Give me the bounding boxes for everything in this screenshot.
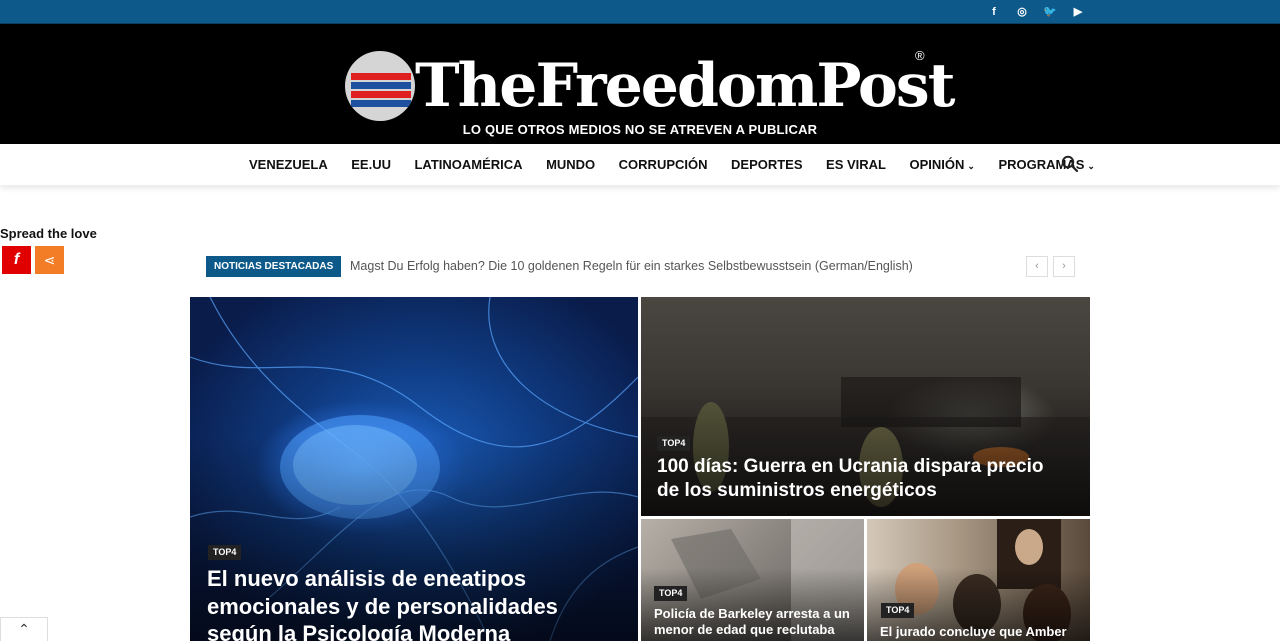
- chevron-down-icon: ⌄: [967, 161, 975, 171]
- main-nav: VENEZUELA EE.UU LATINOAMÉRICA MUNDO CORR…: [0, 144, 1280, 186]
- category-badge[interactable]: TOP4: [654, 586, 688, 601]
- nav-item-programas[interactable]: PROGRAMAS ⌄: [998, 157, 1095, 172]
- category-badge[interactable]: TOP4: [657, 436, 691, 451]
- nav-item-es-viral[interactable]: ES VIRAL: [826, 157, 886, 172]
- logo-text[interactable]: TheFreedomPost: [415, 46, 955, 126]
- nav-item-corrupcion[interactable]: CORRUPCIÓN: [619, 157, 708, 172]
- nav-item-deportes[interactable]: DEPORTES: [731, 157, 803, 172]
- share-flipboard-icon[interactable]: f: [2, 246, 31, 274]
- facebook-icon[interactable]: f: [987, 4, 1001, 20]
- twitter-icon[interactable]: 🐦: [1043, 4, 1057, 20]
- tile-title[interactable]: Policía de Barkeley arresta a un menor d…: [654, 606, 854, 639]
- nav-item-opinion-label: OPINIÓN: [909, 157, 965, 172]
- site-header: TheFreedomPost ® LO QUE OTROS MEDIOS NO …: [0, 24, 1280, 144]
- featured-tile-war[interactable]: TOP4 100 días: Guerra en Ucrania dispara…: [641, 297, 1090, 516]
- youtube-icon[interactable]: ▶: [1071, 4, 1085, 20]
- nav-item-eeuu[interactable]: EE.UU: [351, 157, 391, 172]
- featured-tile-police[interactable]: TOP4 Policía de Barkeley arresta a un me…: [641, 519, 864, 641]
- category-badge[interactable]: TOP4: [881, 603, 915, 618]
- nav-item-opinion[interactable]: OPINIÓN ⌄: [910, 157, 975, 172]
- ticker-label: NOTICIAS DESTACADAS: [206, 256, 342, 277]
- scroll-to-top-button[interactable]: ⌃: [0, 617, 48, 641]
- ticker-prev-button[interactable]: ‹: [1026, 256, 1048, 277]
- nav-item-latinoamerica[interactable]: LATINOAMÉRICA: [414, 157, 522, 172]
- top-bar: f ◎ 🐦 ▶: [0, 0, 1280, 24]
- chevron-up-icon: ⌃: [18, 621, 30, 637]
- tile-title[interactable]: El jurado concluye que Amber: [880, 624, 1080, 640]
- ticker-next-button[interactable]: ›: [1053, 256, 1075, 277]
- instagram-icon[interactable]: ◎: [1015, 4, 1029, 20]
- tile-title[interactable]: 100 días: Guerra en Ucrania dispara prec…: [657, 455, 1057, 503]
- featured-tile-jury[interactable]: TOP4 El jurado concluye que Amber: [867, 519, 1090, 641]
- nav-item-venezuela[interactable]: VENEZUELA: [249, 157, 328, 172]
- ticker-headline[interactable]: Magst Du Erfolg haben? Die 10 goldenen R…: [350, 259, 913, 273]
- featured-tile-main[interactable]: TOP4 El nuevo análisis de eneatipos emoc…: [190, 297, 638, 641]
- search-icon[interactable]: [1061, 155, 1079, 173]
- logo-emblem[interactable]: [345, 51, 415, 121]
- nav-item-mundo[interactable]: MUNDO: [546, 157, 595, 172]
- share-icon[interactable]: ⋖: [35, 246, 64, 274]
- tagline: LO QUE OTROS MEDIOS NO SE ATREVEN A PUBL…: [462, 122, 818, 137]
- registered-mark: ®: [915, 48, 925, 63]
- tile-title[interactable]: El nuevo análisis de eneatipos emocional…: [207, 565, 607, 641]
- chevron-down-icon: ⌄: [1087, 161, 1095, 171]
- category-badge[interactable]: TOP4: [208, 545, 242, 560]
- social-links: f ◎ 🐦 ▶: [987, 4, 1085, 20]
- spread-title: Spread the love: [0, 226, 97, 241]
